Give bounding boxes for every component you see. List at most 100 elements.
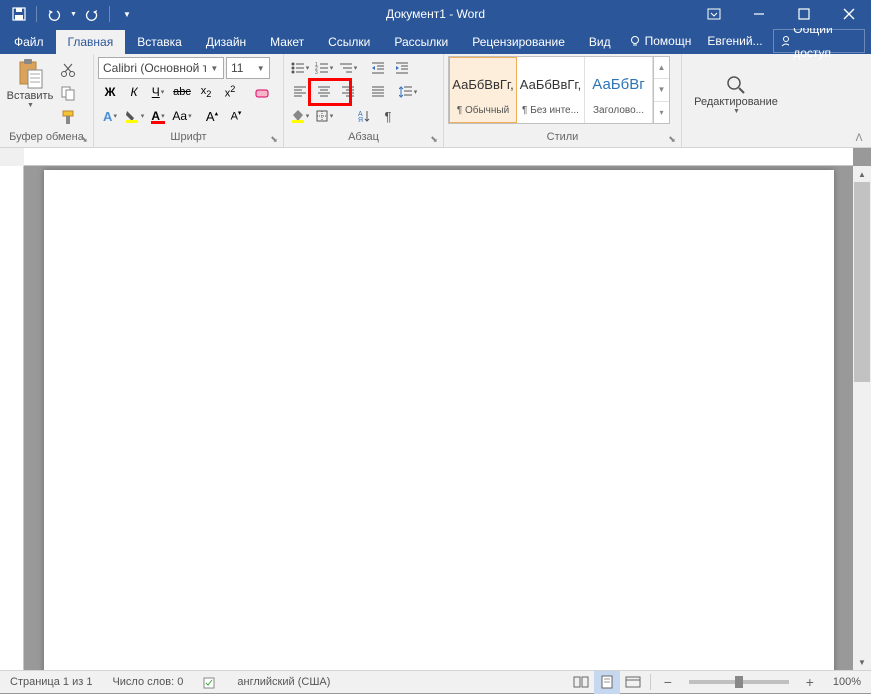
- grow-font-button[interactable]: A▴: [201, 105, 223, 127]
- align-left-icon: [293, 85, 307, 99]
- line-spacing-button[interactable]: ▾: [397, 81, 419, 103]
- brush-icon: [60, 109, 76, 125]
- justify-button[interactable]: [367, 81, 389, 103]
- show-marks-button[interactable]: ¶: [377, 105, 399, 127]
- group-label: Стили: [448, 131, 677, 147]
- read-mode-button[interactable]: [568, 671, 594, 694]
- align-center-button[interactable]: [313, 81, 335, 103]
- subscript-button[interactable]: x2: [195, 81, 217, 103]
- undo-dropdown[interactable]: ▼: [70, 11, 77, 18]
- scroll-up-button[interactable]: ▲: [853, 166, 871, 182]
- copy-button[interactable]: [57, 82, 79, 104]
- language-indicator[interactable]: английский (США): [227, 671, 340, 693]
- paste-label: Вставить: [7, 90, 54, 102]
- font-size-combo[interactable]: 11 ▼: [226, 57, 270, 79]
- scroll-down-button[interactable]: ▼: [853, 654, 871, 670]
- redo-button[interactable]: [79, 2, 105, 26]
- paste-button[interactable]: Вставить ▼: [4, 56, 56, 131]
- font-launcher[interactable]: ⬊: [267, 132, 281, 146]
- chevron-down-icon: ▼: [733, 108, 740, 115]
- change-case-button[interactable]: Aa▾: [171, 105, 193, 127]
- zoom-level[interactable]: 100%: [823, 676, 871, 688]
- shading-button[interactable]: ▾: [289, 105, 311, 127]
- multilevel-icon: [339, 61, 353, 75]
- zoom-slider[interactable]: [689, 680, 789, 684]
- zoom-thumb[interactable]: [735, 676, 743, 688]
- bold-button[interactable]: Ж: [99, 81, 121, 103]
- style-no-spacing[interactable]: АаБбВвГг, ¶ Без инте...: [517, 57, 585, 123]
- cut-button[interactable]: [57, 59, 79, 81]
- tab-layout[interactable]: Макет: [258, 30, 316, 54]
- qat-customize[interactable]: ▼: [114, 2, 140, 26]
- spellcheck-indicator[interactable]: [193, 671, 227, 693]
- align-left-button[interactable]: [289, 81, 311, 103]
- superscript-button[interactable]: x2: [219, 81, 241, 103]
- close-button[interactable]: [826, 0, 871, 28]
- style-normal[interactable]: АаБбВвГг, ¶ Обычный: [449, 57, 517, 123]
- multilevel-button[interactable]: ▾: [337, 57, 359, 79]
- tab-design[interactable]: Дизайн: [194, 30, 258, 54]
- ribbon-options-button[interactable]: [700, 0, 728, 28]
- italic-button[interactable]: К: [123, 81, 145, 103]
- align-right-icon: [341, 85, 355, 99]
- collapse-ribbon-button[interactable]: ᐱ: [851, 130, 867, 146]
- numbering-button[interactable]: 123▾: [313, 57, 335, 79]
- chevron-down-icon[interactable]: ▼: [254, 64, 267, 73]
- scroll-thumb[interactable]: [854, 182, 870, 382]
- tab-view[interactable]: Вид: [577, 30, 623, 54]
- gallery-arrows: ▲ ▼ ▾: [653, 57, 669, 123]
- group-paragraph: ▾ 123▾ ▾ ▾ ▾ ▾ AЯ ¶: [284, 54, 444, 147]
- font-color-button[interactable]: A▾: [147, 105, 169, 127]
- tab-insert[interactable]: Вставка: [125, 30, 194, 54]
- text-effects-button[interactable]: A▾: [99, 105, 121, 127]
- maximize-button[interactable]: [781, 0, 826, 28]
- find-button[interactable]: Редактирование ▼: [686, 72, 786, 115]
- shrink-font-button[interactable]: A▾: [225, 105, 247, 127]
- quick-access-toolbar: ▼ ▼: [0, 2, 140, 26]
- highlight-button[interactable]: ▾: [123, 105, 145, 127]
- superscript-icon: x2: [225, 84, 236, 100]
- tab-review[interactable]: Рецензирование: [460, 30, 577, 54]
- tell-me-button[interactable]: Помощн: [623, 29, 698, 53]
- gallery-up[interactable]: ▲: [654, 57, 669, 79]
- tab-file[interactable]: Файл: [2, 30, 56, 54]
- page-indicator[interactable]: Страница 1 из 1: [0, 671, 102, 693]
- align-right-button[interactable]: [337, 81, 359, 103]
- increase-indent-button[interactable]: [391, 57, 413, 79]
- decrease-indent-button[interactable]: [367, 57, 389, 79]
- word-count[interactable]: Число слов: 0: [102, 671, 193, 693]
- strike-button[interactable]: abc: [171, 81, 193, 103]
- vertical-scrollbar[interactable]: ▲ ▼: [853, 166, 871, 670]
- tab-home[interactable]: Главная: [56, 30, 126, 54]
- zoom-out-button[interactable]: −: [655, 671, 681, 694]
- save-button[interactable]: [6, 2, 32, 26]
- web-layout-button[interactable]: [620, 671, 646, 694]
- share-button[interactable]: Общий доступ: [773, 29, 865, 53]
- plus-icon: +: [806, 674, 814, 690]
- document-page[interactable]: [44, 170, 834, 670]
- clear-format-button[interactable]: [251, 81, 273, 103]
- user-name[interactable]: Евгений...: [701, 29, 768, 53]
- format-painter-button[interactable]: [57, 106, 79, 128]
- underline-button[interactable]: Ч▾: [147, 81, 169, 103]
- chevron-down-icon[interactable]: ▼: [208, 64, 221, 73]
- print-layout-button[interactable]: [594, 671, 620, 694]
- vertical-ruler[interactable]: [0, 166, 24, 670]
- sort-button[interactable]: AЯ: [353, 105, 375, 127]
- document-scroll[interactable]: [24, 166, 853, 670]
- borders-button[interactable]: ▾: [313, 105, 335, 127]
- bullets-button[interactable]: ▾: [289, 57, 311, 79]
- minimize-button[interactable]: [736, 0, 781, 28]
- zoom-in-button[interactable]: +: [797, 671, 823, 694]
- undo-button[interactable]: [41, 2, 67, 26]
- font-name-combo[interactable]: Calibri (Основной тек ▼: [98, 57, 224, 79]
- clipboard-launcher[interactable]: ⬊: [77, 132, 91, 146]
- tab-mailings[interactable]: Рассылки: [382, 30, 460, 54]
- horizontal-ruler[interactable]: [24, 148, 853, 166]
- paragraph-launcher[interactable]: ⬊: [427, 132, 441, 146]
- style-heading1[interactable]: АаБбВг Заголово...: [585, 57, 653, 123]
- gallery-down[interactable]: ▼: [654, 79, 669, 101]
- styles-launcher[interactable]: ⬊: [665, 132, 679, 146]
- tab-references[interactable]: Ссылки: [316, 30, 382, 54]
- gallery-more[interactable]: ▾: [654, 102, 669, 123]
